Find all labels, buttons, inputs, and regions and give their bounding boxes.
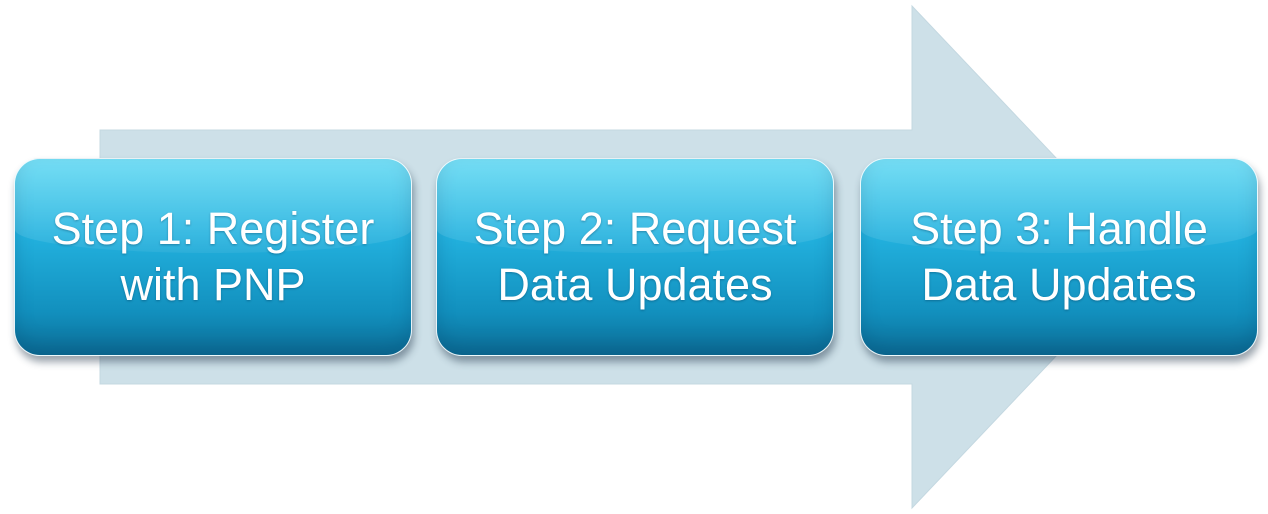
step-3-label: Step 3: Handle Data Updates — [910, 203, 1208, 310]
step-3-box: Step 3: Handle Data Updates — [860, 158, 1258, 356]
step-1-label: Step 1: Register with PNP — [51, 203, 375, 310]
process-diagram: Step 1: Register with PNP Step 2: Reques… — [0, 0, 1268, 514]
step-1-box: Step 1: Register with PNP — [14, 158, 412, 356]
step-2-box: Step 2: Request Data Updates — [436, 158, 834, 356]
step-2-label: Step 2: Request Data Updates — [473, 203, 797, 310]
